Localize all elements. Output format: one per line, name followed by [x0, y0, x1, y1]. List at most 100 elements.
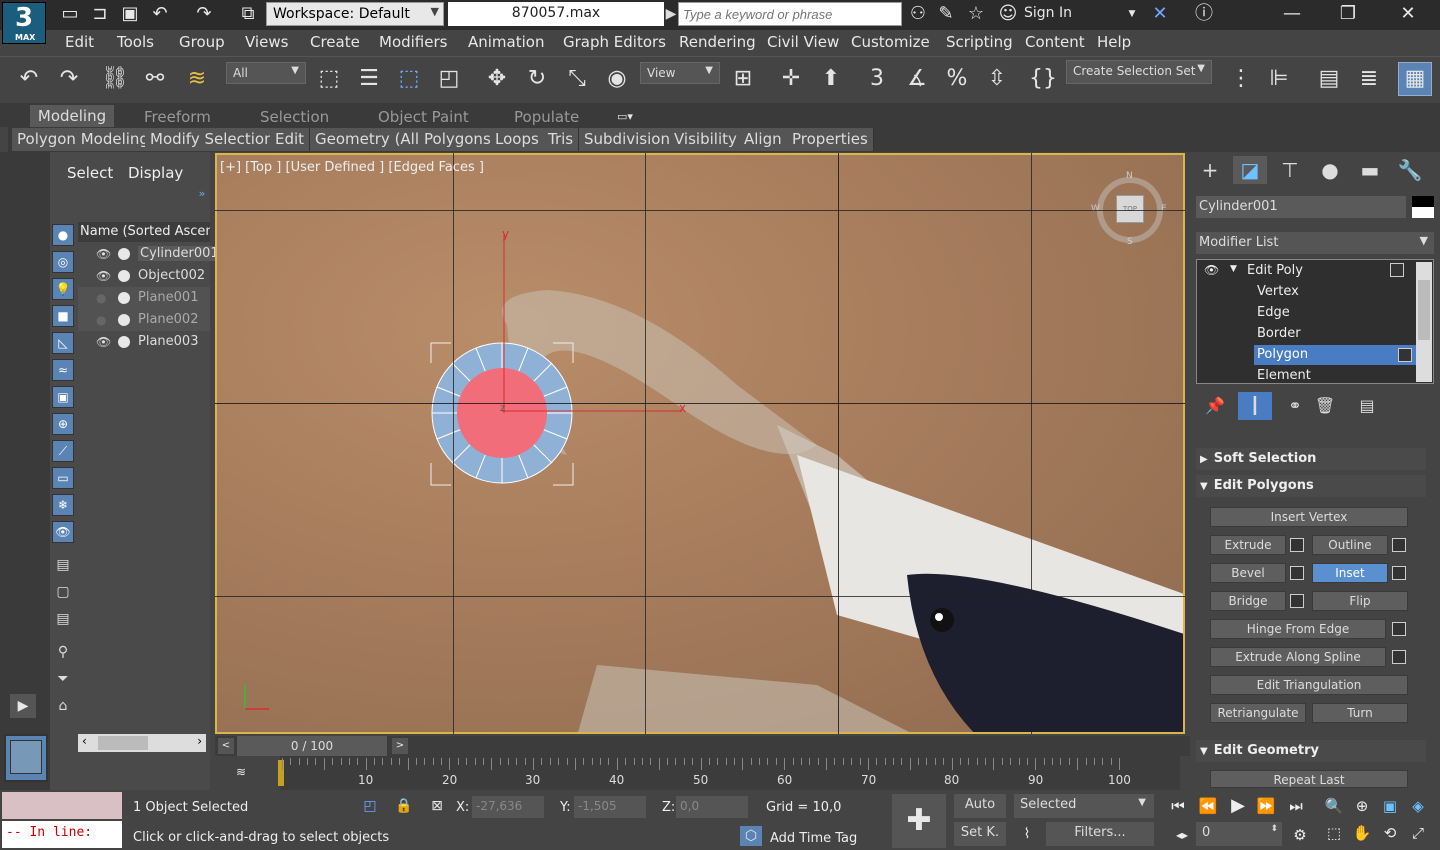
menu-views[interactable]: Views [245, 33, 288, 51]
menu-civil-view[interactable]: Civil View [767, 33, 839, 51]
scene-item-cylinder001[interactable]: 👁 Cylinder001 [78, 243, 221, 265]
inset-settings-icon[interactable] [1392, 566, 1406, 580]
reference-coordinate-dropdown[interactable]: View ▼ [640, 62, 720, 84]
selection-filter-dropdown[interactable]: All ▼ [226, 62, 306, 84]
undo-icon[interactable]: ↶ [148, 3, 172, 25]
scene-item-plane002[interactable]: ● Plane002 [78, 309, 210, 331]
y-coordinate-field[interactable]: -1,505 [574, 796, 646, 818]
rotate-icon[interactable]: ↻ [520, 62, 554, 96]
app-logo[interactable]: 3 MAX [2, 2, 46, 44]
filter-combinations-icon[interactable]: ⚲ [52, 641, 74, 663]
zoom-region-icon[interactable]: ⬚ [1322, 822, 1346, 844]
exchange-icon[interactable]: ✕ [1148, 3, 1172, 25]
tab-object-paint[interactable]: Object Paint [378, 108, 469, 126]
pivot-center-icon[interactable]: ⊞ [726, 62, 760, 96]
workspace-dropdown[interactable]: Workspace: Default ▼ [266, 2, 444, 26]
bevel-settings-icon[interactable] [1290, 566, 1304, 580]
x-coordinate-field[interactable]: -27,636 [472, 796, 544, 818]
keyboard-shortcut-override-icon[interactable]: ⬆ [814, 62, 848, 96]
redo-icon[interactable]: ↷ [192, 3, 216, 25]
time-next-icon[interactable]: > [392, 738, 408, 754]
stack-item-element[interactable]: Element [1198, 366, 1416, 387]
help-icon[interactable]: ⓘ [1192, 3, 1216, 25]
scene-item-plane001[interactable]: ● Plane001 [78, 287, 210, 309]
filter-groups-icon[interactable]: ▣ [52, 386, 74, 408]
project-folder-icon[interactable]: ⧉ [236, 3, 260, 25]
ribbon-geometry-all[interactable]: Geometry (All) [310, 128, 431, 151]
ribbon-loops[interactable]: Loops [490, 128, 545, 151]
filter-frozen-icon[interactable]: ❄ [52, 494, 74, 516]
filter-space-warps-icon[interactable]: ≈ [52, 359, 74, 381]
stack-item-vertex[interactable]: Vertex [1198, 282, 1416, 303]
orbit-icon[interactable]: ⟲ [1378, 822, 1402, 844]
close-icon[interactable]: ✕ [1396, 3, 1420, 25]
display-invert-icon[interactable]: ▤ [52, 608, 74, 630]
name-column-header[interactable]: Name (Sorted Ascendi [78, 222, 210, 242]
filter-xrefs-icon[interactable]: ⊕ [52, 413, 74, 435]
pin-stack-icon[interactable]: 📌 [1198, 392, 1232, 420]
menu-help[interactable]: Help [1097, 33, 1131, 51]
menu-modifiers[interactable]: Modifiers [379, 33, 447, 51]
absolute-mode-icon[interactable]: ⊠ [428, 796, 446, 816]
bevel-button[interactable]: Bevel [1210, 563, 1286, 583]
rollout-edit-geometry[interactable]: ▼ Edit Geometry [1196, 740, 1426, 762]
scene-explorer-icon[interactable]: ▤ [1312, 62, 1346, 96]
hinge-from-edge-button[interactable]: Hinge From Edge [1210, 619, 1386, 639]
display-none-icon[interactable]: ▢ [52, 581, 74, 603]
z-coordinate-field[interactable]: 0,0 [676, 796, 748, 818]
menu-edit[interactable]: Edit [65, 33, 94, 51]
bind-space-warp-icon[interactable]: ≋ [180, 62, 214, 96]
show-end-result-icon[interactable]: ┃ [1238, 392, 1272, 420]
named-selection-set-dropdown[interactable]: Create Selection Set ▼ [1066, 60, 1212, 84]
expand-panel-arrow-icon[interactable]: ▶ [10, 694, 36, 718]
tab-modeling[interactable]: Modeling [30, 105, 114, 127]
layer-explorer-icon[interactable]: ≣ [1352, 62, 1386, 96]
ribbon-properties[interactable]: Properties [787, 128, 874, 151]
scroll-right-icon[interactable]: › [197, 734, 202, 748]
filter-cameras-icon[interactable]: ■ [52, 305, 74, 327]
time-prev-icon[interactable]: < [218, 738, 234, 754]
stack-item-polygon[interactable]: Polygon [1198, 345, 1416, 366]
retriangulate-button[interactable]: Retriangulate [1210, 703, 1306, 723]
next-frame-icon[interactable]: ⏩ [1254, 795, 1278, 817]
modifier-list-dropdown[interactable]: Modifier List ▼ [1196, 232, 1434, 254]
scale-icon[interactable]: ⤡ [560, 62, 594, 96]
zoom-all-icon[interactable]: ⊕ [1350, 795, 1374, 817]
ribbon-polygon-modeling[interactable]: Polygon Modeling [12, 128, 155, 151]
cylinder001-object[interactable] [217, 155, 1185, 734]
rectangle-selection-icon[interactable]: ⬚ [392, 62, 426, 96]
link-icon[interactable]: ⛓ [98, 62, 132, 96]
explorer-options-icon[interactable]: ⌂ [52, 695, 74, 717]
menu-content[interactable]: Content [1025, 33, 1085, 51]
eye-icon[interactable]: 👁 [96, 269, 111, 283]
previous-frame-icon[interactable]: ⏪ [1196, 795, 1220, 817]
zoom-icon[interactable]: 🔍 [1322, 795, 1346, 817]
snaps-toggle-icon[interactable]: 3 [860, 62, 894, 96]
eye-icon[interactable]: 👁 [1204, 263, 1219, 277]
ribbon-options-icon[interactable]: ▭▾ [612, 108, 638, 124]
zoom-extents-icon[interactable]: ▣ [1378, 795, 1402, 817]
display-tab-icon[interactable]: ▬ [1353, 156, 1387, 184]
ribbon-edit[interactable]: Edit [270, 128, 311, 151]
chevron-down-icon[interactable]: ▼ [1126, 8, 1138, 20]
add-time-tag-icon[interactable]: ⬡ [740, 826, 762, 846]
make-unique-icon[interactable]: ⚭ [1278, 392, 1312, 420]
filter-icon[interactable]: ⏷ [52, 668, 74, 690]
unlink-icon[interactable]: ⚯ [138, 62, 172, 96]
stack-item-edit-poly[interactable]: 👁 ▼ Edit Poly [1198, 261, 1416, 282]
ribbon-subdivision[interactable]: Subdivision [579, 128, 676, 151]
configure-modifier-sets-icon[interactable]: ▤ [1350, 392, 1384, 420]
stack-item-border[interactable]: Border [1198, 324, 1416, 345]
set-key-button[interactable]: Set K. [954, 822, 1006, 846]
place-icon[interactable]: ◉ [600, 62, 634, 96]
time-slider[interactable]: 0 / 100 [237, 736, 387, 756]
menu-graph-editors[interactable]: Graph Editors [563, 33, 666, 51]
eye-hidden-icon[interactable]: ● [96, 313, 106, 327]
spinner-snap-icon[interactable]: ⇳ [980, 62, 1014, 96]
extrude-button[interactable]: Extrude [1210, 535, 1286, 555]
scene-item-plane003[interactable]: 👁 Plane003 [78, 331, 210, 353]
time-configuration-icon[interactable]: ⚙ [1288, 824, 1312, 846]
tab-selection[interactable]: Selection [260, 108, 329, 126]
eye-hidden-icon[interactable]: ● [96, 291, 106, 305]
set-key-big-icon[interactable]: ✚ [892, 794, 946, 848]
